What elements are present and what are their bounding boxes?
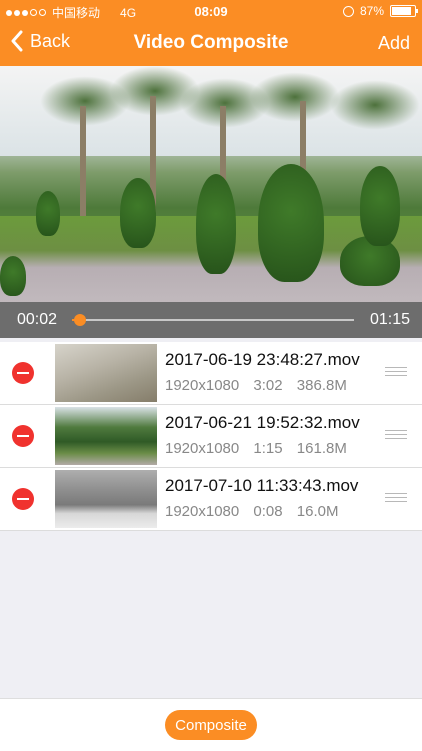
- battery-percent: 87%: [359, 4, 384, 18]
- delete-button[interactable]: [12, 488, 34, 510]
- video-frame-palm: [250, 72, 340, 122]
- video-size: 16.0M: [296, 503, 339, 520]
- video-size: 386.8M: [296, 377, 347, 394]
- video-resolution: 1920x1080: [165, 503, 240, 520]
- battery-icon: [390, 5, 418, 17]
- video-thumbnail: [55, 344, 157, 402]
- video-thumbnail: [55, 470, 157, 528]
- video-frame-shrub: [258, 164, 324, 282]
- delete-button[interactable]: [12, 362, 34, 384]
- video-frame-shrub: [196, 174, 236, 274]
- video-name: 2017-06-19 23:48:27.mov: [165, 350, 360, 369]
- video-preview[interactable]: [0, 66, 422, 302]
- video-thumbnail: [55, 407, 157, 465]
- seek-slider[interactable]: [72, 314, 354, 326]
- video-resolution: 1920x1080: [165, 377, 240, 394]
- alarm-icon: [342, 5, 354, 17]
- add-button[interactable]: Add: [378, 33, 410, 54]
- video-length: 3:02: [253, 377, 283, 394]
- video-length: 1:15: [253, 440, 283, 457]
- bottom-bar: Composite: [0, 698, 422, 751]
- video-meta: 1920x1080 3:02 386.8M: [165, 377, 357, 394]
- video-row[interactable]: 2017-06-21 19:52:32.mov 1920x1080 1:15 1…: [0, 405, 422, 468]
- video-length: 0:08: [253, 503, 283, 520]
- video-resolution: 1920x1080: [165, 440, 240, 457]
- playback-bar: 00:02 01:15: [0, 302, 422, 338]
- video-row[interactable]: 2017-07-10 11:33:43.mov 1920x1080 0:08 1…: [0, 468, 422, 531]
- composite-button[interactable]: Composite: [165, 710, 257, 740]
- reorder-handle-icon[interactable]: [385, 430, 407, 440]
- reorder-handle-icon[interactable]: [385, 367, 407, 377]
- video-frame-palm: [330, 80, 420, 130]
- video-name: 2017-06-21 19:52:32.mov: [165, 413, 360, 432]
- top-bar: 中国移动 4G 08:09 87% Back Video Composite A…: [0, 0, 422, 66]
- video-frame-shrub: [0, 256, 26, 296]
- video-frame-shrub: [360, 166, 400, 246]
- video-name: 2017-07-10 11:33:43.mov: [165, 476, 359, 495]
- navigation-bar: Back Video Composite Add: [0, 22, 422, 66]
- page-title: Video Composite: [133, 32, 289, 53]
- video-frame-shrub: [120, 178, 156, 248]
- delete-button[interactable]: [12, 425, 34, 447]
- video-list: 2017-06-19 23:48:27.mov 1920x1080 3:02 3…: [0, 342, 422, 531]
- battery-fill: [392, 7, 411, 15]
- video-frame-shrub: [36, 191, 60, 236]
- seek-handle[interactable]: [74, 314, 87, 326]
- video-row[interactable]: 2017-06-19 23:48:27.mov 1920x1080 3:02 3…: [0, 342, 422, 405]
- video-meta: 1920x1080 0:08 16.0M: [165, 503, 349, 520]
- video-size: 161.8M: [296, 440, 347, 457]
- duration: 01:15: [369, 311, 410, 328]
- status-bar: 中国移动 4G 08:09 87%: [0, 0, 422, 22]
- video-meta: 1920x1080 1:15 161.8M: [165, 440, 357, 457]
- video-frame-trunk: [80, 106, 86, 216]
- current-time: 00:02: [17, 311, 58, 328]
- reorder-handle-icon[interactable]: [385, 493, 407, 503]
